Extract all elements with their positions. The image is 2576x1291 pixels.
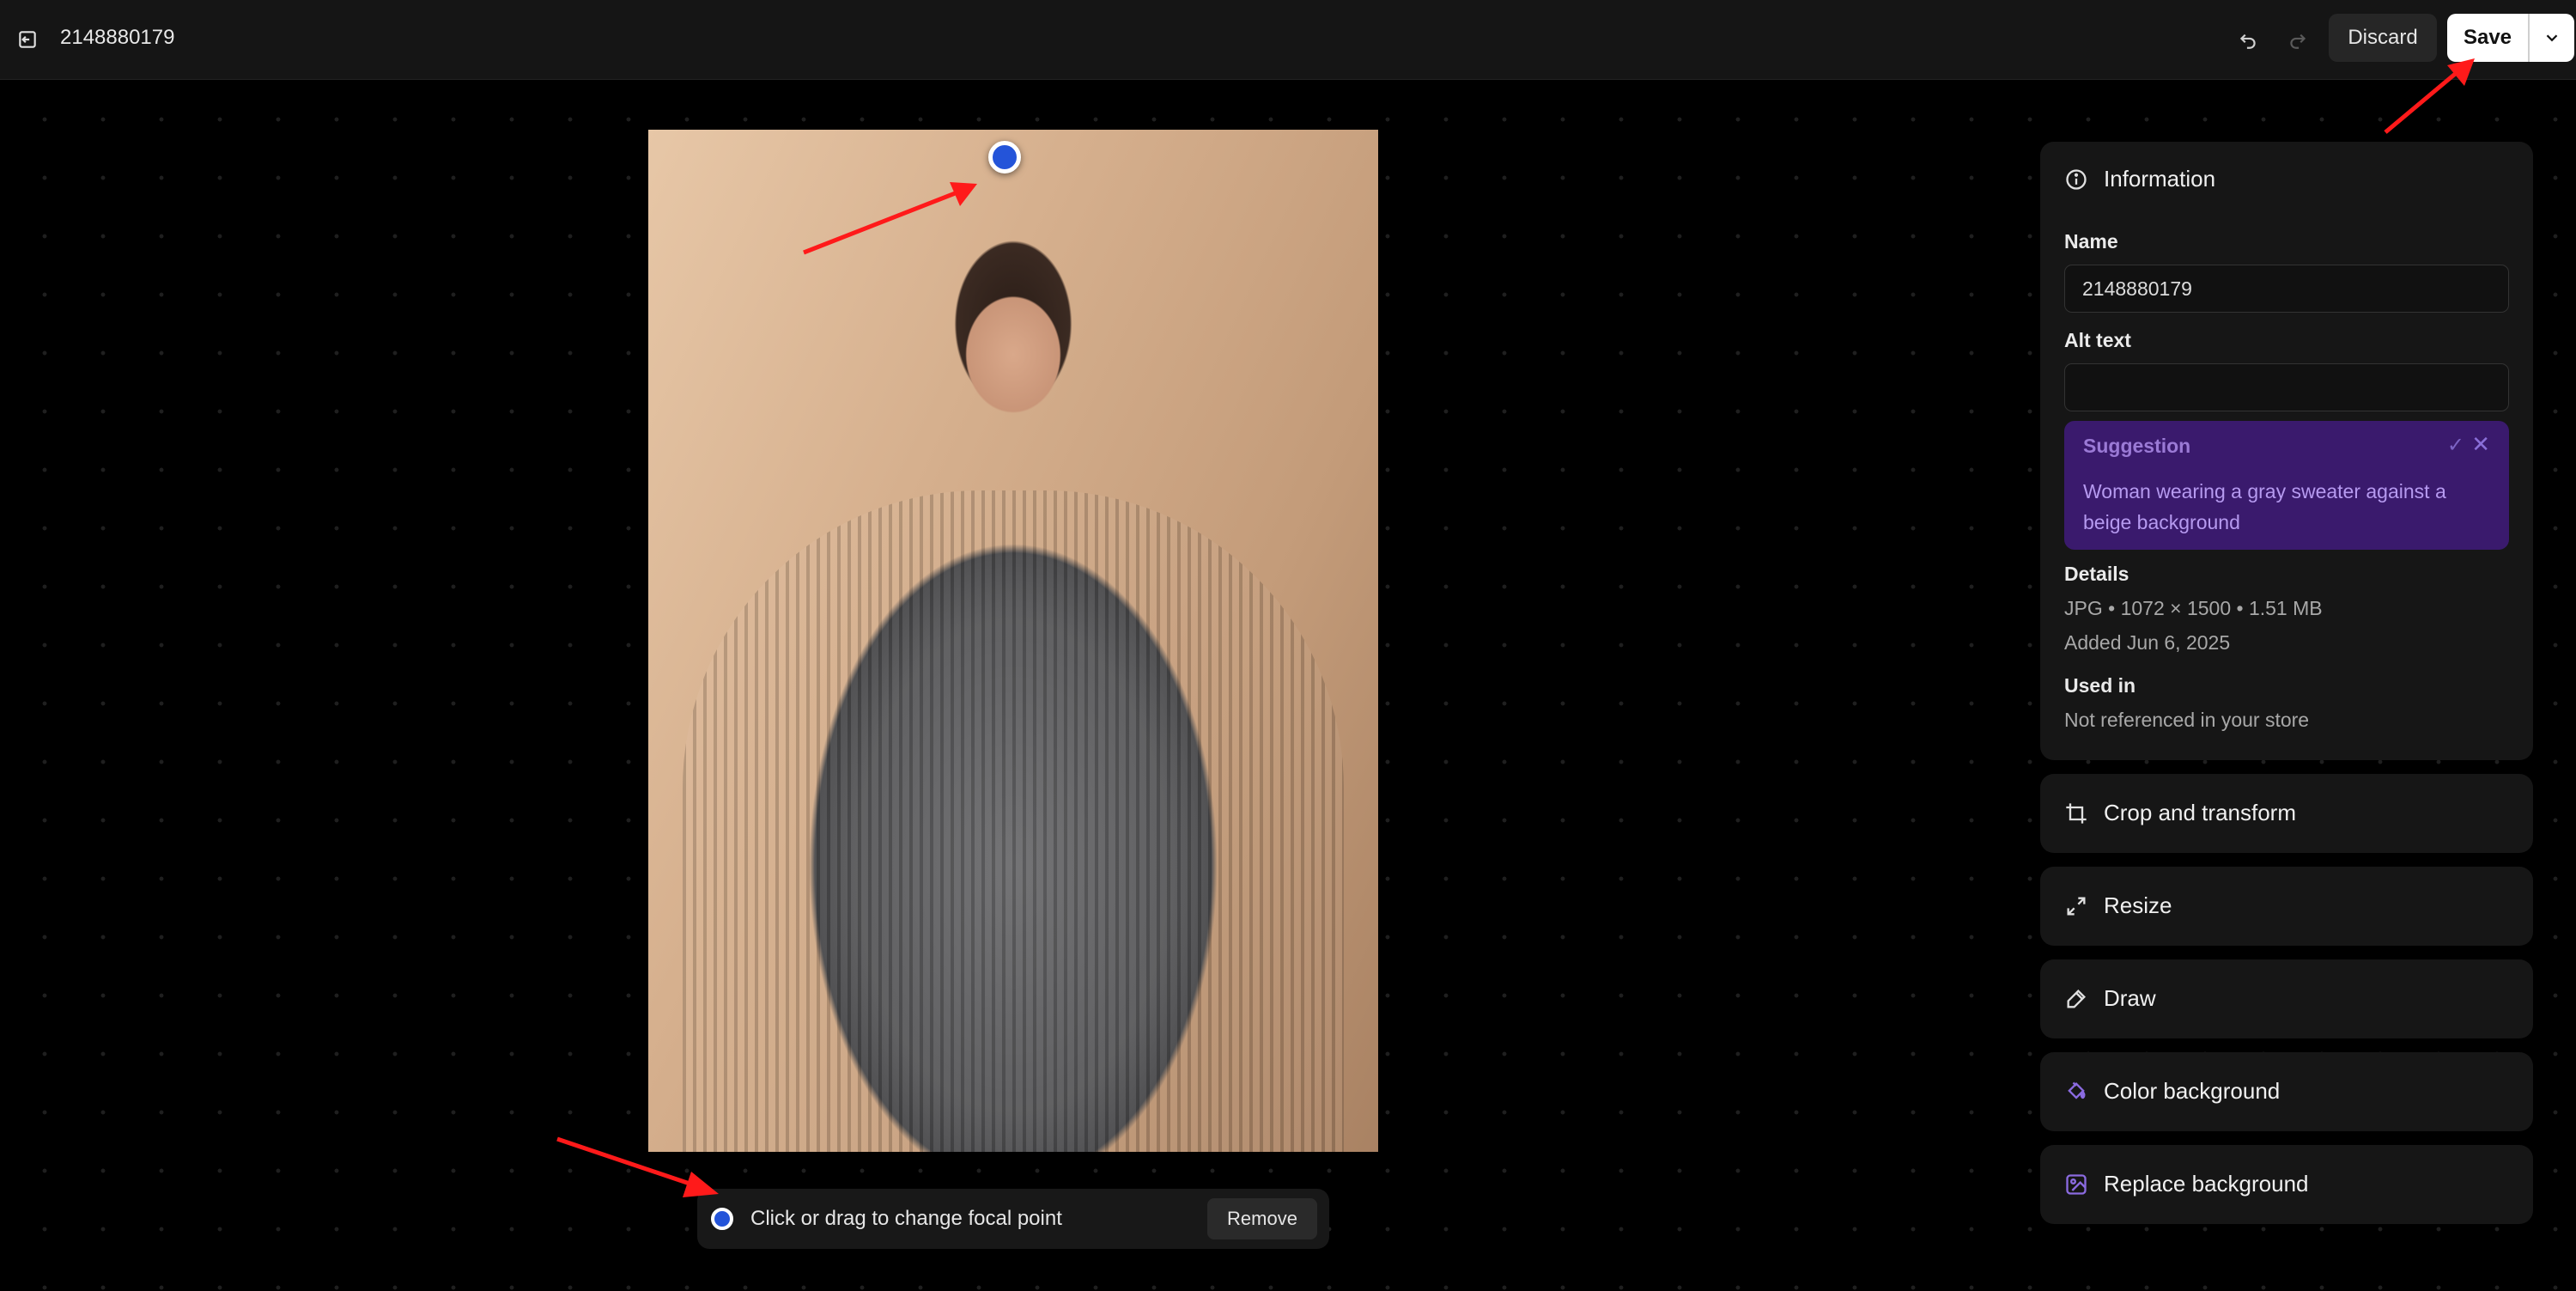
color-bucket-icon	[2068, 1081, 2086, 1099]
exit-icon	[19, 31, 36, 48]
details-label: Details	[2064, 563, 2129, 585]
tool-label: Crop and transform	[2104, 800, 2296, 825]
used-in-label: Used in	[2064, 674, 2136, 697]
redo-button[interactable]	[2279, 21, 2317, 58]
tool-label: Replace background	[2104, 1171, 2309, 1197]
resize-icon	[2067, 897, 2086, 915]
information-header[interactable]: Information	[2064, 166, 2215, 192]
name-label: Name	[2064, 230, 2118, 253]
tool-draw[interactable]: Draw	[2040, 959, 2533, 1038]
discard-button[interactable]: Discard	[2329, 14, 2437, 62]
tool-label: Draw	[2104, 985, 2156, 1011]
tool-header: Resize	[2064, 892, 2172, 919]
image-preview[interactable]	[648, 130, 1378, 1152]
focal-point-indicator-icon	[711, 1208, 733, 1230]
undo-button[interactable]	[2229, 21, 2267, 58]
save-button-group: Save	[2447, 14, 2574, 62]
tool-label: Color background	[2104, 1078, 2281, 1104]
tool-header: Crop and transform	[2064, 800, 2296, 826]
focal-point-instruction: Click or drag to change focal point	[750, 1207, 1062, 1230]
save-options-button[interactable]	[2530, 14, 2574, 62]
redo-icon	[2290, 33, 2306, 49]
details-meta: JPG • 1072 × 1500 • 1.51 MB	[2064, 597, 2323, 619]
focal-point-bar: Click or drag to change focal point Remo…	[697, 1189, 1329, 1249]
info-icon	[2066, 168, 2087, 190]
undo-icon	[2239, 33, 2256, 49]
alt-text-label: Alt text	[2064, 329, 2131, 351]
tool-header: Replace background	[2064, 1171, 2309, 1197]
chevron-down-icon	[2546, 34, 2558, 42]
information-heading: Information	[2104, 166, 2216, 192]
top-bar: 2148880179 Discard Save	[0, 0, 2576, 80]
used-in-value: Not referenced in your store	[2064, 709, 2310, 731]
tool-header: Color background	[2064, 1078, 2280, 1105]
sweater-texture	[683, 490, 1344, 1152]
tool-label: Resize	[2104, 892, 2172, 918]
replace-image-icon	[2066, 1173, 2087, 1195]
suggestion-title: Suggestion	[2083, 435, 2191, 457]
pen-icon	[2067, 989, 2086, 1008]
tool-resize[interactable]: Resize	[2040, 867, 2533, 946]
remove-focal-point-button[interactable]: Remove	[1207, 1198, 1317, 1239]
focal-point-marker[interactable]	[988, 141, 1021, 174]
information-panel: Information Name 2148880179 Alt text Sug…	[2040, 142, 2533, 760]
accept-suggestion-icon[interactable]: ✓	[2447, 433, 2464, 458]
crop-icon	[2066, 802, 2087, 824]
alt-text-input[interactable]	[2064, 363, 2509, 411]
tool-replace-background[interactable]: Replace background	[2040, 1145, 2533, 1224]
name-input[interactable]: 2148880179	[2064, 265, 2509, 313]
suggestion-text: Woman wearing a gray sweater against a b…	[2083, 480, 2446, 533]
tool-header: Draw	[2064, 985, 2156, 1012]
alt-text-suggestion: Suggestion ✓ ✕ Woman wearing a gray swea…	[2064, 421, 2509, 550]
page-title: 2148880179	[60, 26, 175, 49]
reject-suggestion-icon[interactable]: ✕	[2471, 431, 2490, 458]
details-added-date: Added Jun 6, 2025	[2064, 631, 2231, 654]
tool-color-background[interactable]: Color background	[2040, 1052, 2533, 1131]
save-button[interactable]: Save	[2447, 14, 2528, 62]
exit-button[interactable]	[10, 22, 45, 57]
tool-crop-and-transform[interactable]: Crop and transform	[2040, 774, 2533, 853]
